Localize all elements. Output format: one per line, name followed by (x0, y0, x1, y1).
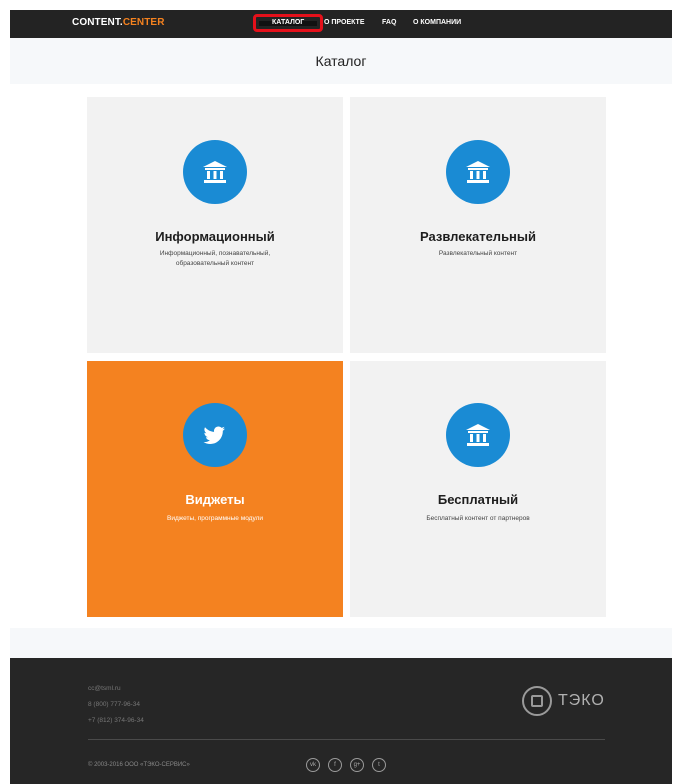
catalog-card-free[interactable]: Бесплатный Бесплатный контент от партнер… (350, 361, 606, 617)
card-description-line: Виджеты, программные модули (166, 515, 263, 522)
catalog-card-informational[interactable]: Информационный Информационный, познавате… (87, 97, 343, 353)
nav-item-catalog[interactable]: КАТАЛОГ (272, 19, 304, 26)
content-bottom-band (10, 628, 672, 658)
main-nav: КАТАЛОГ О ПРОЕКТЕ FAQ О КОМПАНИИ (10, 10, 672, 38)
nav-item-about-company[interactable]: О КОМПАНИИ (413, 19, 461, 26)
brand-name: ТЭКО (558, 692, 605, 709)
card-description-line: образовательный контент (175, 260, 255, 267)
card-description: Информационный, познавательный, образова… (140, 249, 290, 269)
footer-phone-2[interactable]: +7 (812) 374-96-34 (88, 717, 144, 724)
bank-icon (446, 140, 510, 204)
copyright-text: © 2003-2016 ООО «ТЭКО-СЕРВИС» (88, 762, 190, 768)
footer-email-link[interactable]: cc@tsml.ru (88, 685, 121, 692)
bank-icon (446, 403, 510, 467)
catalog-card-widgets[interactable]: Виджеты Виджеты, программные модули (87, 361, 343, 617)
google-plus-icon[interactable]: g+ (350, 758, 364, 772)
card-description: Виджеты, программные модули (140, 514, 290, 524)
vk-icon[interactable]: vk (306, 758, 320, 772)
nav-item-faq[interactable]: FAQ (382, 19, 396, 26)
teko-brand-logo[interactable]: ТЭКО (522, 686, 622, 718)
catalog-card-entertainment[interactable]: Развлекательный Развлекательный контент (350, 97, 606, 353)
card-description: Развлекательный контент (403, 249, 553, 259)
footer: cc@tsml.ru 8 (800) 777-96-34 +7 (812) 37… (10, 658, 672, 784)
teko-logo-inner (531, 695, 543, 707)
footer-phone-1[interactable]: 8 (800) 777-96-34 (88, 701, 140, 708)
twitter-bird-icon (183, 403, 247, 467)
teko-logo-icon (522, 686, 552, 716)
bank-icon (183, 140, 247, 204)
footer-divider (88, 739, 605, 740)
page-title-band: Каталог (10, 38, 672, 84)
card-title: Развлекательный (419, 229, 537, 244)
page-title: Каталог (315, 53, 367, 69)
card-title: Виджеты (185, 492, 245, 507)
card-title: Бесплатный (437, 492, 519, 507)
card-description-line: Бесплатный контент от партнеров (426, 515, 530, 522)
card-description-line: Развлекательный контент (438, 250, 518, 257)
top-navigation-bar: CONTENT.CENTER КАТАЛОГ О ПРОЕКТЕ FAQ О К… (10, 10, 672, 38)
card-description-line: Информационный, познавательный, (159, 250, 271, 257)
facebook-icon[interactable]: f (328, 758, 342, 772)
twitter-icon[interactable]: t (372, 758, 386, 772)
card-description: Бесплатный контент от партнеров (403, 514, 553, 524)
nav-item-about-project[interactable]: О ПРОЕКТЕ (324, 19, 365, 26)
card-title: Информационный (155, 229, 275, 244)
